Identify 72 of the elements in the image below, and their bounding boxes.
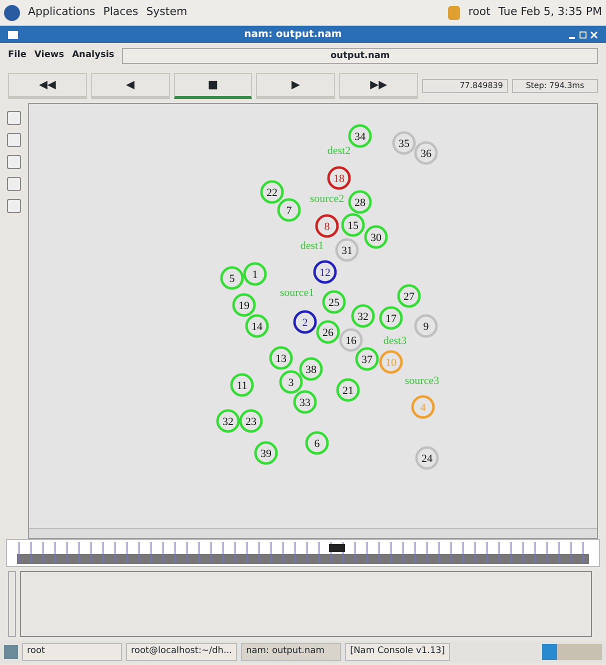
- rewind-button[interactable]: ◀◀: [8, 73, 87, 99]
- taskbar-item[interactable]: nam: output.nam: [241, 643, 342, 661]
- play-button[interactable]: ▶: [256, 73, 336, 99]
- network-node[interactable]: 32: [216, 409, 240, 433]
- network-node[interactable]: 23: [239, 409, 263, 433]
- network-node[interactable]: 33: [293, 390, 317, 414]
- network-node[interactable]: 30: [364, 225, 388, 249]
- network-node[interactable]: 2: [293, 310, 317, 334]
- menu-item[interactable]: File: [8, 49, 26, 63]
- network-node[interactable]: 22: [260, 180, 284, 204]
- network-node[interactable]: 28: [348, 190, 372, 214]
- step-back-button[interactable]: ◀: [90, 73, 170, 99]
- network-node[interactable]: 39: [254, 441, 278, 465]
- network-node[interactable]: 35: [392, 131, 416, 155]
- network-node[interactable]: 36: [414, 141, 438, 165]
- node-label: source2: [310, 193, 344, 205]
- node-label: dest3: [383, 335, 407, 347]
- user-name: root: [468, 4, 490, 20]
- taskbar-item[interactable]: root@localhost:~/dh...: [126, 643, 238, 661]
- fast-forward-button[interactable]: ▶▶: [339, 73, 418, 99]
- node-label: source3: [404, 375, 440, 387]
- network-node[interactable]: 7: [277, 198, 301, 222]
- network-node[interactable]: 1: [243, 262, 267, 286]
- network-node[interactable]: 9: [414, 314, 438, 338]
- network-node[interactable]: 11: [230, 373, 254, 397]
- network-node[interactable]: 24: [415, 446, 439, 470]
- network-node[interactable]: 38: [299, 357, 323, 381]
- time-readout: 77.849839: [460, 80, 503, 92]
- network-node[interactable]: 3: [279, 370, 303, 394]
- step-readout: Step: 794.3ms: [526, 80, 584, 92]
- time-slider-thumb[interactable]: [329, 544, 345, 552]
- tray-icon[interactable]: [448, 6, 460, 20]
- panel-menu[interactable]: Applications: [28, 4, 96, 21]
- window-title: nam: output.nam: [243, 28, 343, 42]
- node-label: dest2: [327, 145, 351, 157]
- network-node[interactable]: 14: [245, 314, 269, 338]
- network-node[interactable]: 34: [348, 124, 372, 148]
- vertical-scrollbar[interactable]: [8, 571, 16, 637]
- network-node[interactable]: 25: [322, 290, 346, 314]
- node-label: source1: [280, 287, 314, 299]
- distro-logo-icon[interactable]: [4, 4, 20, 20]
- stop-button[interactable]: ■: [174, 73, 252, 99]
- network-node[interactable]: 21: [336, 378, 360, 402]
- menu-item[interactable]: Views: [34, 49, 64, 63]
- network-node[interactable]: 6: [305, 431, 329, 455]
- network-node[interactable]: 37: [355, 347, 379, 371]
- timeline[interactable]: [6, 539, 600, 567]
- taskbar-item[interactable]: root: [22, 643, 122, 661]
- window-controls-icon[interactable]: [568, 30, 598, 40]
- network-node[interactable]: 31: [335, 238, 359, 262]
- clock: Tue Feb 5, 3:35 PM: [498, 4, 602, 20]
- panel-menu[interactable]: Places: [103, 4, 138, 21]
- network-node[interactable]: 17: [379, 306, 403, 330]
- network-node[interactable]: 26: [316, 320, 340, 344]
- panel-menu[interactable]: System: [146, 4, 188, 21]
- network-node[interactable]: 8: [315, 214, 339, 238]
- network-node[interactable]: 5: [220, 266, 244, 290]
- file-name-field: output.nam: [122, 48, 598, 64]
- network-node[interactable]: 27: [397, 284, 421, 308]
- taskbar-item[interactable]: [Nam Console v1.13]: [345, 643, 450, 661]
- network-node[interactable]: 13: [269, 346, 293, 370]
- menu-item[interactable]: Analysis: [72, 49, 114, 63]
- network-node[interactable]: 12: [313, 260, 337, 284]
- workspace-switcher-icon[interactable]: [542, 644, 602, 660]
- node-label: dest1: [300, 240, 324, 252]
- network-node[interactable]: 32: [351, 304, 375, 328]
- network-node[interactable]: 15: [341, 213, 365, 237]
- network-node[interactable]: 19: [232, 293, 256, 317]
- network-node[interactable]: 16: [339, 328, 363, 352]
- window-menu-icon[interactable]: [8, 30, 18, 38]
- network-node[interactable]: 18: [327, 166, 351, 190]
- horizontal-scrollbar[interactable]: [29, 528, 597, 538]
